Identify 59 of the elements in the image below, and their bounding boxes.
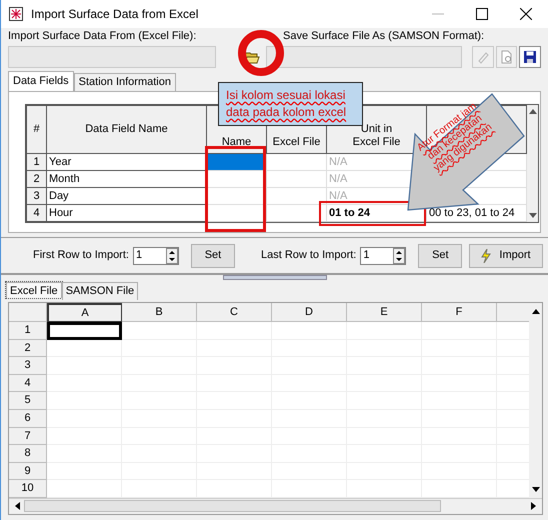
row-spin-field[interactable]: 1 bbox=[360, 246, 406, 264]
row-spin-field[interactable]: 1 bbox=[132, 246, 179, 264]
scroll-down-icon[interactable] bbox=[532, 486, 540, 492]
scroll-left-icon[interactable] bbox=[15, 502, 20, 510]
tab[interactable]: Station Information bbox=[74, 73, 176, 91]
column-header: C bbox=[197, 303, 272, 322]
tab[interactable]: SAMSON File bbox=[62, 282, 138, 300]
row-header: 6 bbox=[9, 410, 47, 428]
callout: Isi kolom sesuai lokasi data pada kolom excel bbox=[218, 82, 363, 126]
column-header: Data Field Name bbox=[46, 106, 206, 154]
column-header: B bbox=[122, 303, 197, 322]
lightning-icon bbox=[481, 248, 492, 262]
maximize-icon[interactable] bbox=[476, 8, 488, 20]
row-header: 1 bbox=[9, 322, 47, 340]
row-label: First Row to Import: bbox=[33, 248, 129, 264]
document-search-icon bbox=[500, 50, 514, 64]
set-button[interactable]: Set bbox=[418, 244, 462, 268]
row-header: 8 bbox=[9, 445, 47, 463]
spin-arrows-icon bbox=[393, 248, 406, 264]
circle-annotation bbox=[237, 29, 285, 77]
scroll-down-icon[interactable] bbox=[528, 213, 536, 218]
import-label: Import Surface Data From (Excel File): bbox=[8, 30, 198, 43]
save-path-field[interactable] bbox=[266, 46, 462, 68]
row-header: 3 bbox=[9, 357, 47, 375]
tab[interactable]: Excel File bbox=[6, 282, 62, 298]
scroll-up-icon[interactable] bbox=[528, 109, 536, 114]
window-title: Import Surface Data from Excel bbox=[31, 6, 200, 23]
close-icon[interactable] bbox=[520, 8, 532, 20]
scrollbar-thumb[interactable] bbox=[24, 500, 441, 512]
import-path-field[interactable] bbox=[8, 46, 216, 68]
row-number: 2 bbox=[26, 170, 46, 188]
row-header: 2 bbox=[9, 340, 47, 358]
column-header: E bbox=[347, 303, 422, 322]
row-label: Last Row to Import: bbox=[260, 248, 356, 264]
row-header: 7 bbox=[9, 428, 47, 446]
row-header: 9 bbox=[9, 462, 47, 480]
import-button[interactable]: Import bbox=[469, 244, 543, 268]
column-header: A bbox=[47, 303, 122, 322]
pencil-icon bbox=[476, 50, 490, 64]
save-label: Save Surface File As (SAMSON Format): bbox=[283, 30, 484, 43]
set-button[interactable]: Set bbox=[190, 244, 235, 268]
row-header: 4 bbox=[9, 374, 47, 392]
column-header: # bbox=[26, 106, 46, 154]
column-header: D bbox=[272, 303, 347, 322]
save-button[interactable] bbox=[519, 46, 541, 68]
spreadsheet-cell[interactable] bbox=[47, 322, 122, 340]
row-number: 4 bbox=[26, 204, 46, 222]
scroll-right-icon[interactable] bbox=[531, 502, 536, 510]
row-number: 3 bbox=[26, 188, 46, 204]
column-header: F bbox=[422, 303, 497, 322]
scroll-up-icon[interactable] bbox=[532, 309, 540, 314]
edit-button[interactable] bbox=[472, 46, 494, 68]
tab[interactable]: Data Fields bbox=[8, 71, 74, 91]
splitter-handle[interactable] bbox=[222, 275, 326, 280]
row-header: 5 bbox=[9, 392, 47, 410]
row-number: 1 bbox=[26, 154, 46, 170]
spin-arrows-icon bbox=[166, 248, 178, 264]
app-icon bbox=[9, 7, 23, 21]
row-header: 10 bbox=[9, 480, 47, 498]
